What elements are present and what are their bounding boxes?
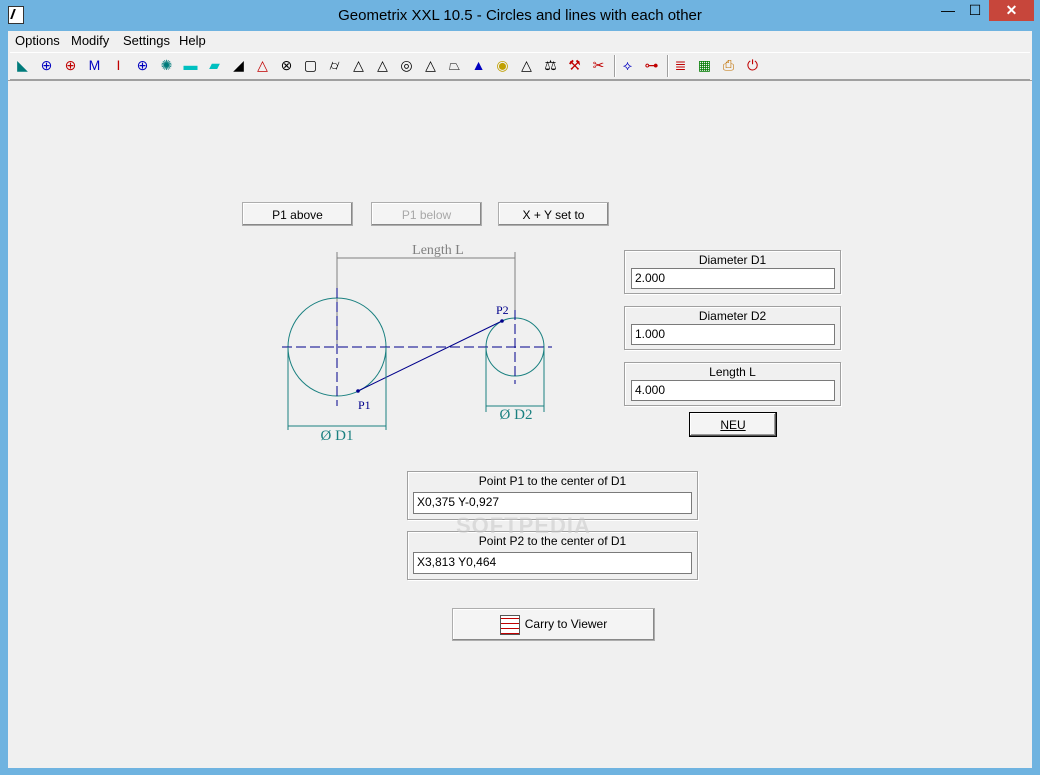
- window-title: Geometrix XXL 10.5 - Circles and lines w…: [338, 7, 702, 24]
- menu-options[interactable]: Options: [15, 33, 60, 48]
- flange-circle-icon[interactable]: ⊕: [133, 56, 152, 75]
- softpedia-watermark: SOFTPEDIA: [456, 513, 591, 538]
- diameter-d2-label: Diameter D2: [698, 309, 767, 323]
- cad-export-icon[interactable]: ⚒: [565, 56, 584, 75]
- close-button[interactable]: ✕: [989, 0, 1034, 21]
- toolbar-separator: [614, 55, 615, 77]
- viewer-list-icon: [499, 614, 520, 635]
- tools-icon[interactable]: ✂: [589, 56, 608, 75]
- point-p1-label: Point P1 to the center of D1: [478, 474, 627, 488]
- maximize-button[interactable]: ☐: [962, 0, 988, 21]
- box-icon[interactable]: ▢: [301, 56, 320, 75]
- circles-lines-icon[interactable]: ⟡: [618, 56, 637, 75]
- ellipse-icon[interactable]: ◉: [493, 56, 512, 75]
- minimize-button[interactable]: —: [935, 0, 961, 21]
- menu-bar: Options Modify Settings Help: [8, 31, 1032, 51]
- point-p1-marker: [356, 389, 360, 393]
- i-beam-icon[interactable]: I: [109, 56, 128, 75]
- diameter-d2-group: Diameter D2 1.000: [624, 306, 841, 350]
- right-triangle-icon[interactable]: ◢: [229, 56, 248, 75]
- viewer-list-icon[interactable]: ≣: [671, 56, 690, 75]
- neu-button-label: NEU: [720, 418, 746, 432]
- triangle-icon[interactable]: △: [253, 56, 272, 75]
- diameter-d2-input[interactable]: 1.000: [631, 324, 835, 345]
- p2-label: P2: [496, 303, 509, 317]
- toolbar-separator: [667, 55, 668, 77]
- diameter-d1-group: Diameter D1 2.000: [624, 250, 841, 294]
- toolbar: ◣ ⊕ ⊕ M I ⊕ ✺ ▬ ▰ ◢ △ ⊗ ▢ ⌭ △ △ ◎ △ ⏢ ▲ ◉ △ ⚖ ⚒ ✂ ⟡ ⊶ ≣ ▦ ⎙ ⏻: [10, 52, 1030, 80]
- m-profile-icon[interactable]: M: [85, 56, 104, 75]
- parallelogram-icon[interactable]: ▰: [205, 56, 224, 75]
- curve-tool-icon[interactable]: ◣: [13, 56, 32, 75]
- calculator-icon[interactable]: ▦: [695, 56, 714, 75]
- pyramid-2-icon[interactable]: △: [373, 56, 392, 75]
- frustum-icon[interactable]: ⏢: [445, 56, 464, 75]
- diameter-d1-input[interactable]: 2.000: [631, 268, 835, 289]
- rectangle-icon[interactable]: ▬: [181, 56, 200, 75]
- length-l-dimension-label: Length L: [412, 243, 464, 258]
- carry-to-viewer-label: Carry to Viewer: [524, 617, 608, 631]
- tangent-icon[interactable]: ⊶: [642, 56, 661, 75]
- length-dimension: Length L: [336, 243, 516, 350]
- weight-icon[interactable]: ⚖: [541, 56, 560, 75]
- point-p2-output[interactable]: X3,813 Y0,464: [413, 552, 692, 574]
- title-bar[interactable]: Geometrix XXL 10.5 - Circles and lines w…: [0, 0, 1040, 31]
- circle-crosshair-icon[interactable]: ⊕: [37, 56, 56, 75]
- menu-settings[interactable]: Settings: [123, 33, 170, 48]
- circles-lines-diagram: Length L P1 P2 Ø D1 Ø D2: [282, 243, 552, 444]
- sphere-icon[interactable]: ◎: [397, 56, 416, 75]
- bolt-circle-icon[interactable]: ✺: [157, 56, 176, 75]
- point-p2-marker: [500, 319, 504, 323]
- pyramid-3-icon[interactable]: △: [517, 56, 536, 75]
- d1-dimension-label: Ø D1: [321, 428, 354, 444]
- cylinder-icon[interactable]: ⌭: [325, 56, 344, 75]
- neu-button[interactable]: NEU: [689, 412, 777, 437]
- pyramid-icon[interactable]: △: [349, 56, 368, 75]
- d2-dimension-label: Ø D2: [500, 407, 533, 423]
- cone-section-icon[interactable]: ⊗: [277, 56, 296, 75]
- length-l-group: Length L 4.000: [624, 362, 841, 406]
- circle-bold-crosshair-icon[interactable]: ⊕: [61, 56, 80, 75]
- exit-icon[interactable]: ⏻: [743, 56, 762, 75]
- point-p1-output[interactable]: X0,375 Y-0,927: [413, 492, 692, 514]
- carry-to-viewer-button[interactable]: Carry to Viewer: [452, 608, 655, 641]
- length-l-input[interactable]: 4.000: [631, 380, 835, 401]
- length-l-label: Length L: [709, 365, 756, 379]
- trapezoid-solid-icon[interactable]: ▲: [469, 56, 488, 75]
- print-icon[interactable]: ⎙: [719, 56, 738, 75]
- cone-icon[interactable]: △: [421, 56, 440, 75]
- menu-help[interactable]: Help: [179, 33, 206, 48]
- menu-modify[interactable]: Modify: [71, 33, 109, 48]
- p1-label: P1: [358, 398, 371, 412]
- tangent-line: [357, 320, 503, 392]
- diameter-d1-label: Diameter D1: [698, 253, 767, 267]
